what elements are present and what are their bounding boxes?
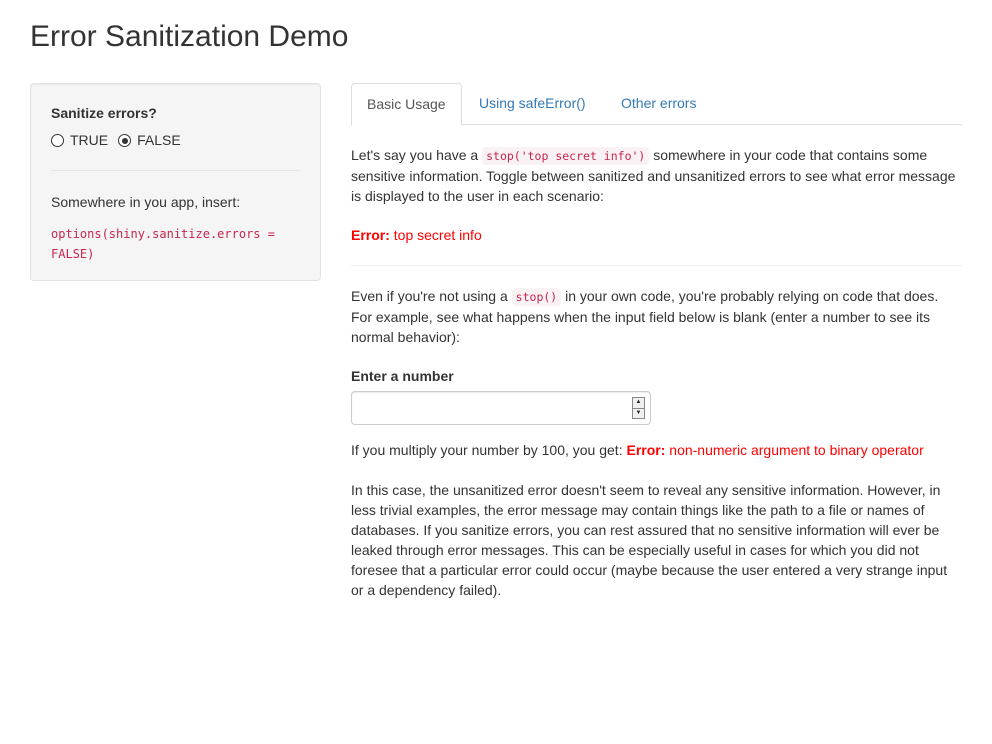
radio-false[interactable]: FALSE [118, 130, 181, 150]
stop-paragraph: Even if you're not using a stop() in you… [351, 286, 963, 347]
page-title: Error Sanitization Demo [30, 20, 349, 53]
radio-true-circle[interactable] [51, 134, 64, 147]
spinner-up-icon[interactable]: ▲ [632, 397, 645, 409]
tab-basic-usage[interactable]: Basic Usage [351, 83, 462, 126]
sanitize-label: Sanitize errors? [51, 105, 157, 121]
multiply-text: If you multiply your number by 100, you … [351, 442, 627, 458]
radio-false-circle[interactable] [118, 134, 132, 147]
error-message-2: Error: non-numeric argument to binary op… [626, 442, 923, 458]
number-input[interactable]: ▲ ▼ [351, 391, 651, 425]
tab-using-safeerror[interactable]: Using safeError() [464, 83, 601, 125]
intro-paragraph: Let's say you have a stop('top secret in… [351, 145, 963, 206]
radio-false-label: FALSE [137, 132, 181, 148]
error-1-label: Error: [351, 227, 390, 243]
section-divider [351, 265, 962, 266]
stop-text-pre: Even if you're not using a [351, 288, 512, 304]
insert-instruction: Somewhere in you app, insert: [51, 194, 241, 210]
tab-other-errors[interactable]: Other errors [606, 83, 711, 125]
code-snippet: options(shiny.sanitize.errors = FALSE) [51, 227, 275, 261]
multiply-result: If you multiply your number by 100, you … [351, 440, 963, 460]
error-2-label: Error: [626, 442, 666, 458]
number-input-label: Enter a number [351, 368, 454, 384]
inline-code-stop: stop() [511, 288, 562, 306]
radio-true-label: TRUE [70, 132, 109, 148]
intro-text: Let's say you have a stop('top secret in… [351, 145, 963, 206]
sidebar-panel: Sanitize errors? TRUE FALSE Somewhere in… [30, 83, 321, 281]
error-message-1: Error: top secret info [351, 225, 963, 245]
intro-text-pre: Let's say you have a [351, 147, 483, 163]
stop-text: Even if you're not using a stop() in you… [351, 286, 963, 347]
tab-bar: Basic Usage Using safeError() Other erro… [351, 83, 962, 126]
sidebar-divider [51, 170, 300, 171]
inline-code-stop-secret: stop('top secret info') [482, 147, 650, 165]
sanitize-radio-group: TRUE FALSE [51, 130, 191, 150]
explanation-paragraph: In this case, the unsanitized error does… [351, 480, 963, 600]
spinner-down-icon[interactable]: ▼ [632, 408, 645, 419]
error-1-text: top secret info [389, 227, 482, 243]
radio-true[interactable]: TRUE [51, 130, 108, 150]
explanation-text: In this case, the unsanitized error does… [351, 482, 948, 598]
error-2-text: non-numeric argument to binary operator [665, 442, 924, 458]
number-spinner[interactable]: ▲ ▼ [632, 397, 645, 419]
